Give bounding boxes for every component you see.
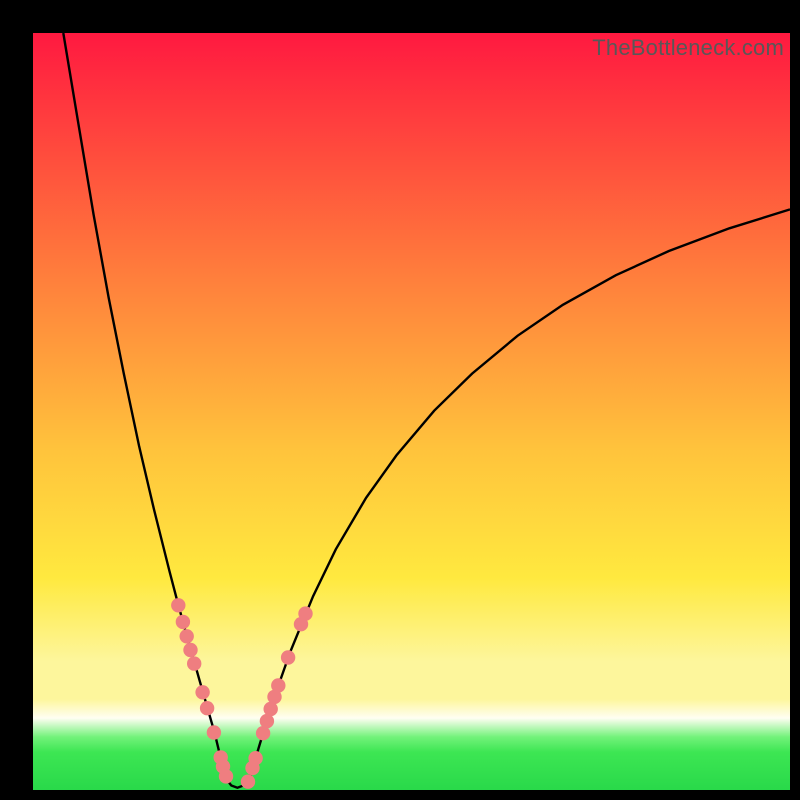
curve-marker: [171, 598, 185, 612]
curve-marker: [241, 775, 255, 789]
curve-marker: [298, 606, 312, 620]
curve-marker: [281, 650, 295, 664]
curve-path: [63, 33, 790, 788]
bottleneck-curve: [33, 33, 790, 790]
curve-marker: [219, 769, 233, 783]
curve-marker: [180, 629, 194, 643]
curve-marker: [271, 678, 285, 692]
curve-marker: [248, 751, 262, 765]
curve-marker: [207, 725, 221, 739]
plot-area: TheBottleneck.com: [33, 33, 790, 790]
curve-marker: [187, 656, 201, 670]
curve-markers: [171, 598, 313, 789]
curve-marker: [200, 701, 214, 715]
chart-frame: TheBottleneck.com: [0, 0, 800, 800]
curve-marker: [183, 643, 197, 657]
curve-marker: [195, 685, 209, 699]
curve-marker: [176, 615, 190, 629]
